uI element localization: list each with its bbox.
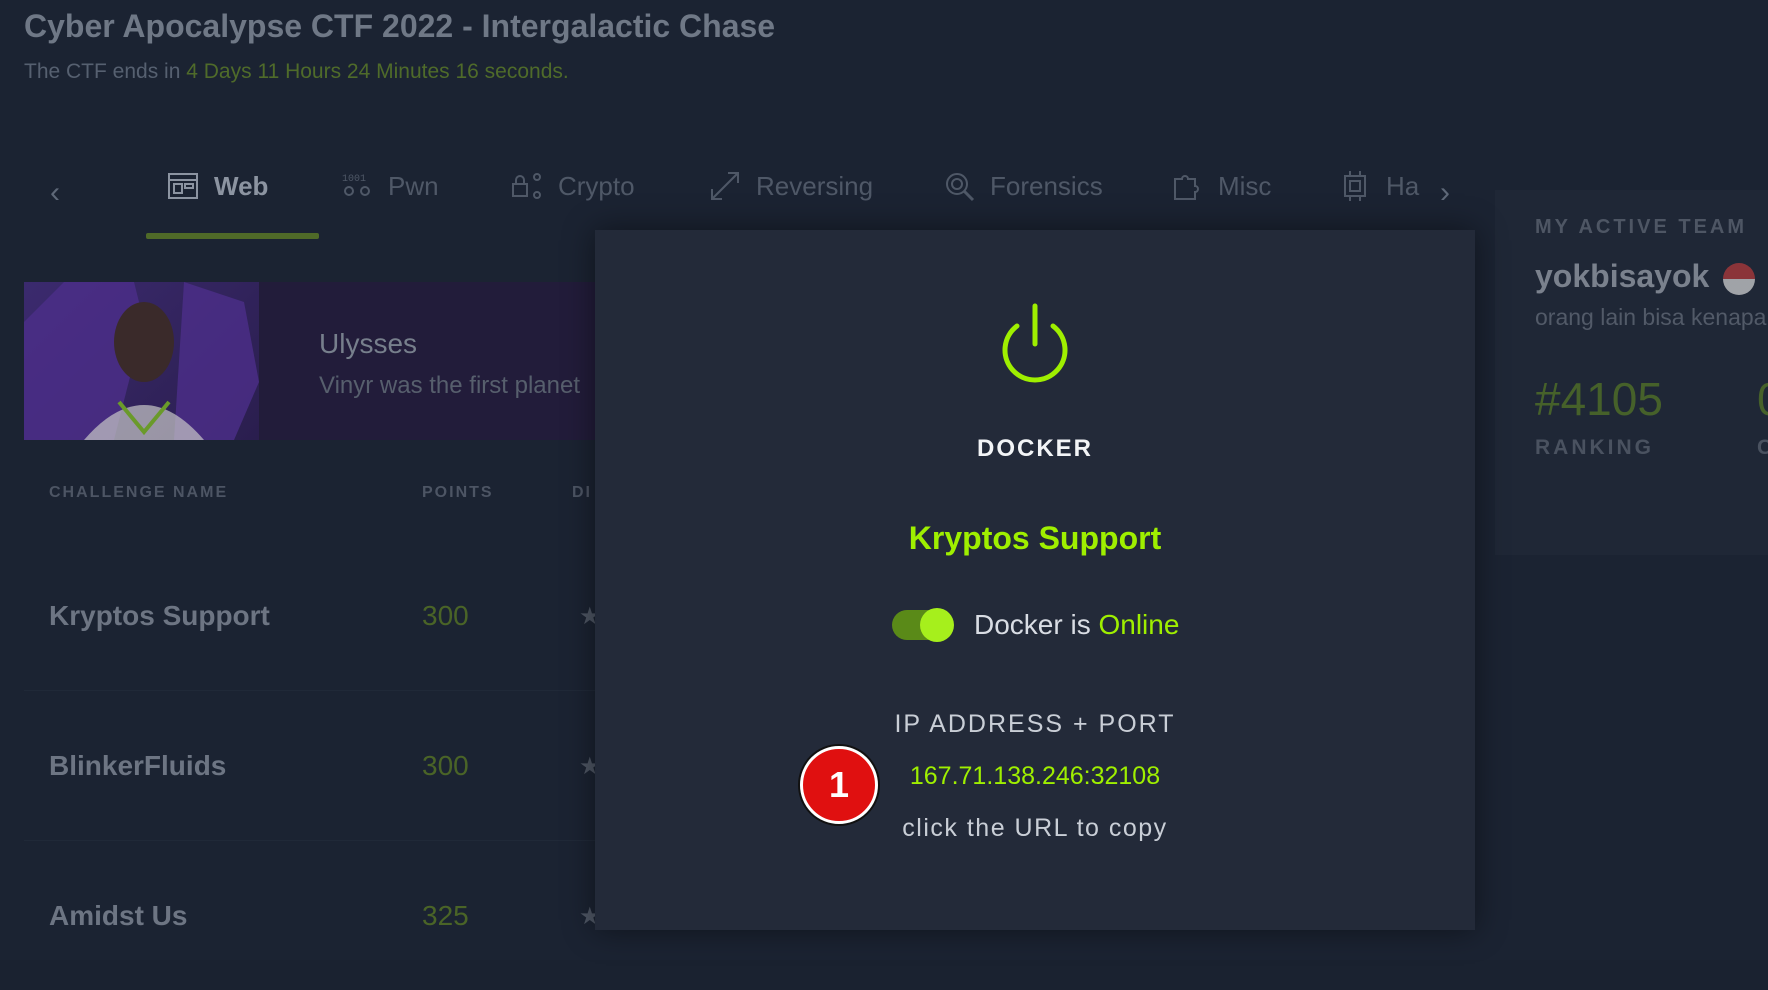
banner-name: Ulysses xyxy=(319,328,418,359)
tab-label: Misc xyxy=(1218,170,1272,201)
ip-address-link[interactable]: 167.71.138.246:32108 xyxy=(595,762,1475,791)
flag-icon xyxy=(1723,262,1756,295)
countdown-prefix: The CTF ends in xyxy=(24,60,181,83)
annotation-marker: 1 xyxy=(800,746,878,824)
tab-label: Ha xyxy=(1386,170,1420,201)
challenge-name: Amidst Us xyxy=(49,900,188,931)
team-name: yokbisayok xyxy=(1535,258,1756,295)
column-header-points: POINTS xyxy=(422,484,494,501)
active-team-card: MY ACTIVE TEAM yokbisayok orang lain bis… xyxy=(1495,190,1768,555)
banner-description: Vinyr was the first planet xyxy=(319,372,581,399)
docker-toggle[interactable] xyxy=(892,608,954,642)
challenge-points: 325 xyxy=(422,900,469,931)
tab-label: Crypto xyxy=(558,170,635,201)
tab-label: Reversing xyxy=(756,170,874,201)
tab-misc[interactable]: Misc xyxy=(1170,164,1271,208)
modal-title: DOCKER xyxy=(976,435,1093,462)
tab-crypto[interactable]: Crypto xyxy=(510,164,635,208)
table-row[interactable]: BlinkerFluids 300 ★ xyxy=(24,690,604,841)
tab-label: Pwn xyxy=(388,170,439,201)
status-text: Docker is Online xyxy=(974,609,1179,641)
countdown: The CTF ends in 4 Days 11 Hours 24 Minut… xyxy=(24,60,569,84)
challenge-points: 300 xyxy=(422,600,469,631)
modal-challenge-name: Kryptos Support xyxy=(908,520,1162,556)
team-motto: orang lain bisa kenapa xyxy=(1535,304,1767,330)
tab-label: Web xyxy=(214,170,269,201)
puzzle-icon xyxy=(1174,175,1199,200)
table-row[interactable]: Kryptos Support 300 ★ xyxy=(24,540,604,691)
tab-hardware[interactable]: Ha xyxy=(1338,164,1419,208)
chevron-right-icon[interactable]: › xyxy=(1440,178,1450,208)
page-title: Cyber Apocalypse CTF 2022 - Intergalacti… xyxy=(24,8,776,44)
challenge-name: BlinkerFluids xyxy=(49,750,227,781)
category-tabs: ‹ Web 1001 Pwn Crypto Reversing Forensic… xyxy=(0,150,1490,240)
column-header-difficulty: DI xyxy=(572,484,592,501)
status-prefix: Docker is xyxy=(974,609,1091,640)
tab-web[interactable]: Web xyxy=(166,164,268,208)
web-icon xyxy=(168,173,198,199)
character-avatar xyxy=(24,282,259,440)
binary-icon: 1001 xyxy=(342,174,370,196)
tab-label: Forensics xyxy=(990,170,1103,201)
tab-forensics[interactable]: Forensics xyxy=(942,164,1103,208)
ranking-label: RANKING xyxy=(1535,436,1654,459)
table-row[interactable]: Amidst Us 325 ★ xyxy=(24,840,604,990)
countdown-time: 4 Days 11 Hours 24 Minutes 16 seconds. xyxy=(186,60,569,83)
reversing-icon xyxy=(711,172,739,200)
toggle-knob xyxy=(920,608,954,642)
docker-status: Docker is Online xyxy=(892,606,1179,644)
chevron-left-icon[interactable]: ‹ xyxy=(50,178,60,208)
team-stat-label: C xyxy=(1757,436,1768,459)
tab-pwn[interactable]: 1001 Pwn xyxy=(340,164,439,208)
active-tab-indicator xyxy=(146,233,319,239)
challenge-name: Kryptos Support xyxy=(49,600,270,631)
column-header-name: CHALLENGE NAME xyxy=(49,484,229,501)
chip-icon xyxy=(1344,171,1366,201)
crypto-icon xyxy=(512,173,541,199)
tab-reversing[interactable]: Reversing xyxy=(708,164,873,208)
team-ranking: #4105 xyxy=(1535,373,1663,425)
team-heading: MY ACTIVE TEAM xyxy=(1535,216,1748,238)
docker-modal: DOCKER Kryptos Support Docker is Online … xyxy=(595,230,1475,930)
svg-text:1001: 1001 xyxy=(342,174,366,185)
ctf-banner: Ulysses Vinyr was the first planet xyxy=(24,282,624,440)
status-value: Online xyxy=(1098,609,1180,640)
fingerprint-icon xyxy=(946,173,975,202)
team-stat: 0 xyxy=(1757,372,1768,426)
challenge-points: 300 xyxy=(422,750,469,781)
copy-hint: click the URL to copy xyxy=(902,814,1168,842)
power-icon xyxy=(1002,303,1068,383)
team-name-text: yokbisayok xyxy=(1535,258,1710,294)
ip-heading: IP ADDRESS + PORT xyxy=(894,710,1176,738)
